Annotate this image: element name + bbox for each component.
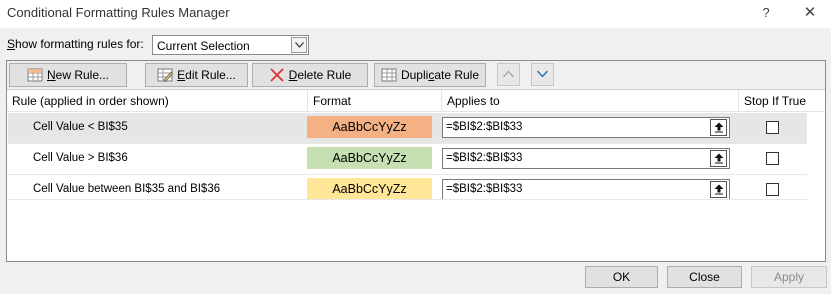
rule-row[interactable]: Cell Value < BI$35 AaBbCcYyZz =$BI$2:$BI… [8, 113, 807, 143]
apply-button[interactable]: Apply [751, 266, 827, 288]
stop-if-true-checkbox[interactable] [766, 121, 779, 134]
applies-to-value: =$BI$2:$BI$33 [446, 183, 523, 195]
rule-row[interactable]: Cell Value > BI$36 AaBbCcYyZz =$BI$2:$BI… [8, 144, 807, 174]
column-header-rule: Rule (applied in order shown) [7, 90, 308, 112]
column-header-format: Format [308, 90, 442, 112]
delete-rule-button[interactable]: Delete Rule [252, 63, 368, 87]
range-picker-icon[interactable] [710, 181, 727, 198]
rule-row[interactable]: Cell Value between BI$35 and BI$36 AaBbC… [8, 175, 807, 205]
applies-to-field[interactable]: =$BI$2:$BI$33 [442, 148, 730, 169]
column-header-stop-if-true: Stop If True [739, 90, 825, 112]
title-bar: Conditional Formatting Rules Manager ? ✕ [0, 0, 831, 28]
rules-panel: New Rule... Edit Rule... Delete Rule Dup… [6, 60, 826, 262]
edit-rule-icon [157, 68, 174, 83]
column-header-applies-to: Applies to [442, 90, 739, 112]
close-button[interactable]: Close [667, 266, 742, 288]
applies-to-field[interactable]: =$BI$2:$BI$33 [442, 179, 730, 200]
move-up-button[interactable] [497, 63, 520, 86]
help-icon[interactable]: ? [754, 4, 778, 22]
format-preview: AaBbCcYyZz [307, 116, 432, 138]
range-picker-icon[interactable] [710, 119, 727, 136]
show-rules-dropdown[interactable]: Current Selection [152, 35, 309, 55]
new-rule-icon [27, 68, 43, 82]
rule-description: Cell Value between BI$35 and BI$36 [33, 183, 221, 195]
applies-to-value: =$BI$2:$BI$33 [446, 152, 523, 164]
rule-description: Cell Value > BI$36 [33, 152, 128, 164]
row-divider [8, 199, 807, 200]
stop-if-true-checkbox[interactable] [766, 183, 779, 196]
applies-to-value: =$BI$2:$BI$33 [446, 121, 523, 133]
duplicate-rule-icon [381, 68, 397, 82]
close-icon[interactable]: ✕ [798, 4, 822, 22]
chevron-down-icon[interactable] [291, 37, 307, 53]
edit-rule-button[interactable]: Edit Rule... [145, 63, 248, 87]
ok-button[interactable]: OK [585, 266, 658, 288]
show-rules-label: Show formatting rules for: [7, 37, 144, 51]
format-preview: AaBbCcYyZz [307, 178, 432, 200]
window-title: Conditional Formatting Rules Manager [7, 5, 230, 20]
move-down-button[interactable] [531, 63, 554, 86]
rules-toolbar: New Rule... Edit Rule... Delete Rule Dup… [7, 61, 825, 90]
new-rule-button[interactable]: New Rule... [9, 63, 127, 87]
range-picker-icon[interactable] [710, 150, 727, 167]
delete-rule-icon [269, 68, 285, 82]
applies-to-field[interactable]: =$BI$2:$BI$33 [442, 117, 730, 138]
rule-description: Cell Value < BI$35 [33, 121, 128, 133]
stop-if-true-checkbox[interactable] [766, 152, 779, 165]
show-rules-selected: Current Selection [157, 39, 250, 53]
format-preview: AaBbCcYyZz [307, 147, 432, 169]
duplicate-rule-button[interactable]: Duplicate Rule [374, 63, 486, 87]
